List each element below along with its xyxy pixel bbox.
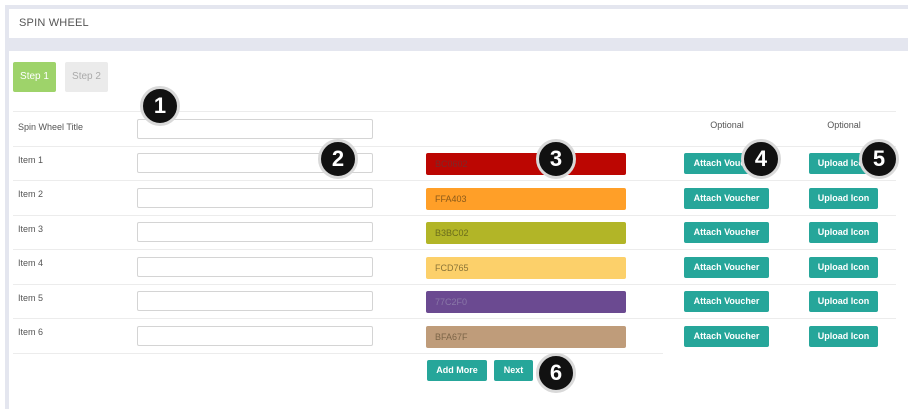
next-button[interactable]: Next [494,360,533,381]
annotation-badge-3: 3 [536,139,576,179]
item-1-color-field[interactable]: BC0602 [426,153,626,175]
item-3-upload-icon-button[interactable]: Upload Icon [809,222,878,243]
item-2-color-field[interactable]: FFA403 [426,188,626,210]
item-label: Item 5 [18,293,44,303]
spin-wheel-title-input[interactable] [137,119,373,139]
divider [13,353,663,354]
spin-wheel-title-label: Spin Wheel Title [18,122,84,132]
annotation-badge-4: 4 [741,139,781,179]
annotation-badge-2: 2 [318,139,358,179]
divider [13,215,896,216]
item-2-attach-voucher-button[interactable]: Attach Voucher [684,188,769,209]
item-6-color-field[interactable]: BFA67F [426,326,626,348]
item-label: Item 1 [18,155,44,165]
item-4-input[interactable] [137,257,373,277]
item-4-upload-icon-button[interactable]: Upload Icon [809,257,878,278]
divider [13,318,896,319]
item-2-upload-icon-button[interactable]: Upload Icon [809,188,878,209]
divider [13,180,896,181]
annotation-badge-1: 1 [140,86,180,126]
optional-label-voucher: Optional [710,120,744,130]
optional-label-icon: Optional [827,120,861,130]
item-5-color-field[interactable]: 77C2F0 [426,291,626,313]
divider [13,249,896,250]
annotation-badge-5: 5 [859,139,899,179]
panel-header: SPIN WHEEL [9,9,908,38]
item-label: Item 6 [18,327,44,337]
step-1-tab[interactable]: Step 1 [13,62,56,92]
item-5-attach-voucher-button[interactable]: Attach Voucher [684,291,769,312]
item-6-upload-icon-button[interactable]: Upload Icon [809,326,878,347]
add-more-button[interactable]: Add More [427,360,487,381]
item-6-attach-voucher-button[interactable]: Attach Voucher [684,326,769,347]
item-5-input[interactable] [137,291,373,311]
item-3-attach-voucher-button[interactable]: Attach Voucher [684,222,769,243]
item-label: Item 3 [18,224,44,234]
item-2-input[interactable] [137,188,373,208]
item-4-color-field[interactable]: FCD765 [426,257,626,279]
item-label: Item 4 [18,258,44,268]
item-4-attach-voucher-button[interactable]: Attach Voucher [684,257,769,278]
annotation-badge-6: 6 [536,353,576,393]
page: SPIN WHEEL Step 1 Step 2 Spin Wheel Titl… [0,0,915,419]
page-title: SPIN WHEEL [19,17,89,29]
item-5-upload-icon-button[interactable]: Upload Icon [809,291,878,312]
item-6-input[interactable] [137,326,373,346]
item-3-color-field[interactable]: B3BC02 [426,222,626,244]
step-2-tab[interactable]: Step 2 [65,62,108,92]
item-3-input[interactable] [137,222,373,242]
item-label: Item 2 [18,189,44,199]
divider [13,284,896,285]
